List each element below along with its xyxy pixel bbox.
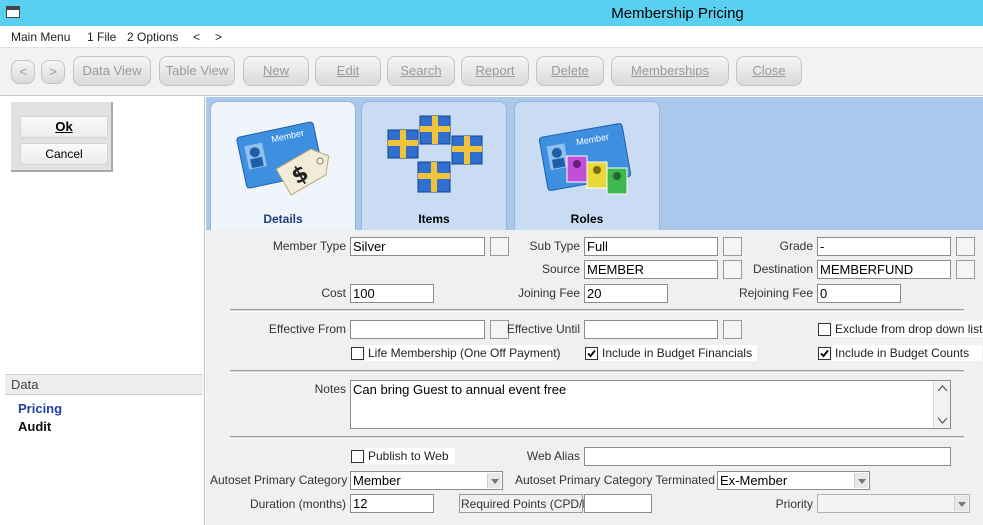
web-alias-field[interactable] — [584, 447, 951, 466]
exclude-dropdown-checkbox[interactable] — [818, 323, 831, 336]
budget-financials-label: Include in Budget Financials — [599, 345, 757, 361]
close-button[interactable]: Close — [736, 56, 802, 86]
member-roles-icon: Member — [538, 123, 632, 195]
destination-field[interactable]: MEMBERFUND — [817, 260, 951, 279]
report-button[interactable]: Report — [461, 56, 529, 86]
tab-details-label: Details — [263, 212, 303, 226]
tab-roles-label: Roles — [570, 212, 604, 226]
cancel-button[interactable]: Cancel — [20, 143, 108, 165]
tab-items-label: Items — [418, 212, 450, 226]
budget-counts-checkbox[interactable] — [818, 347, 831, 360]
destination-lookup-icon[interactable] — [956, 260, 975, 279]
separator — [230, 370, 964, 373]
budget-counts-label: Include in Budget Counts — [832, 345, 982, 361]
tab-roles[interactable]: Member Roles — [514, 101, 660, 231]
search-button[interactable]: Search — [387, 56, 455, 86]
joining-fee-label: Joining Fee — [517, 286, 580, 300]
grade-field[interactable]: - — [817, 237, 951, 256]
notes-scrollbar[interactable] — [933, 381, 950, 428]
rejoining-fee-label: Rejoining Fee — [738, 286, 813, 300]
budget-financials-checkbox[interactable] — [585, 347, 598, 360]
duration-field[interactable]: 12 — [350, 494, 434, 513]
delete-button[interactable]: Delete — [536, 56, 604, 86]
duration-label: Duration (months) — [249, 497, 346, 511]
tab-details[interactable]: Member $ Details — [210, 101, 356, 231]
menu-back-arrow[interactable]: < — [193, 30, 200, 44]
required-points-label: Required Points (CPD/E) — [459, 494, 594, 513]
effective-from-field[interactable] — [350, 320, 485, 339]
toolbar: < > Data View Table View New Edit Search… — [0, 48, 983, 96]
priority-select[interactable] — [817, 494, 970, 513]
scroll-arrows-icon — [937, 385, 948, 424]
notes-textarea[interactable]: Can bring Guest to annual event free — [350, 380, 951, 429]
effective-until-field[interactable] — [584, 320, 718, 339]
menu-file[interactable]: 1 File — [87, 30, 116, 44]
publish-web-checkbox[interactable] — [351, 450, 364, 463]
separator — [230, 309, 964, 312]
data-link-pricing[interactable]: Pricing — [18, 401, 62, 416]
chevron-down-icon[interactable] — [954, 496, 968, 511]
window-title: Membership Pricing — [611, 5, 744, 22]
data-section-header: Data — [5, 374, 203, 395]
separator — [230, 436, 964, 439]
rejoining-fee-field[interactable]: 0 — [817, 284, 901, 303]
required-points-field[interactable] — [584, 494, 652, 513]
menu-forward-arrow[interactable]: > — [215, 30, 222, 44]
publish-web-label: Publish to Web — [365, 448, 455, 464]
next-record-button[interactable]: > — [41, 60, 65, 84]
autoset-primary-select[interactable]: Member — [350, 471, 503, 490]
web-alias-label: Web Alias — [526, 449, 580, 463]
title-bar: Membership Pricing — [0, 0, 983, 26]
autoset-terminated-label: Autoset Primary Category Terminated — [515, 473, 715, 487]
priority-label: Priority — [775, 497, 813, 511]
data-link-audit[interactable]: Audit — [18, 419, 51, 434]
checkmark-icon — [820, 349, 829, 358]
effective-from-label: Effective From — [268, 322, 346, 336]
member-card-price-tag-icon: Member $ — [236, 121, 330, 196]
source-label: Source — [541, 262, 580, 276]
autoset-terminated-select[interactable]: Ex-Member — [717, 471, 870, 490]
tab-strip: Member $ Details Items Member Roles — [206, 97, 983, 231]
source-field[interactable]: MEMBER — [584, 260, 718, 279]
menu-options[interactable]: 2 Options — [127, 30, 178, 44]
exclude-dropdown-label: Exclude from drop down lists — [832, 321, 983, 337]
member-type-lookup-icon[interactable] — [490, 237, 509, 256]
memberships-button[interactable]: Memberships — [611, 56, 729, 86]
ok-cancel-group: Ok Cancel — [11, 102, 113, 172]
life-membership-label: Life Membership (One Off Payment) — [365, 345, 561, 361]
gift-boxes-icon — [387, 115, 483, 193]
autoset-terminated-value: Ex-Member — [720, 473, 788, 488]
cost-label: Cost — [321, 286, 346, 300]
autoset-primary-label: Autoset Primary Category — [210, 473, 348, 487]
effective-until-calendar-icon[interactable] — [723, 320, 742, 339]
chevron-down-icon[interactable] — [854, 473, 868, 488]
effective-until-label: Effective Until — [506, 322, 580, 336]
checkmark-icon — [587, 349, 596, 358]
notes-label: Notes — [314, 382, 346, 396]
edit-button[interactable]: Edit — [315, 56, 381, 86]
sub-type-label: Sub Type — [529, 239, 580, 253]
member-type-field[interactable]: Silver — [350, 237, 485, 256]
new-button[interactable]: New — [243, 56, 309, 86]
cost-field[interactable]: 100 — [350, 284, 434, 303]
member-type-label: Member Type — [272, 239, 346, 253]
joining-fee-field[interactable]: 20 — [584, 284, 668, 303]
destination-label: Destination — [752, 262, 813, 276]
tab-items[interactable]: Items — [361, 101, 507, 231]
previous-record-button[interactable]: < — [11, 60, 35, 84]
menu-main-menu[interactable]: Main Menu — [11, 30, 70, 44]
menu-bar: Main Menu 1 File 2 Options < > — [0, 26, 983, 48]
life-membership-checkbox[interactable] — [351, 347, 364, 360]
grade-lookup-icon[interactable] — [956, 237, 975, 256]
ok-button[interactable]: Ok — [20, 116, 108, 138]
grade-label: Grade — [779, 239, 813, 253]
table-view-button[interactable]: Table View — [159, 56, 235, 86]
data-view-button[interactable]: Data View — [73, 56, 151, 86]
sub-type-field[interactable]: Full — [584, 237, 718, 256]
autoset-primary-value: Member — [353, 473, 401, 488]
chevron-down-icon[interactable] — [487, 473, 501, 488]
